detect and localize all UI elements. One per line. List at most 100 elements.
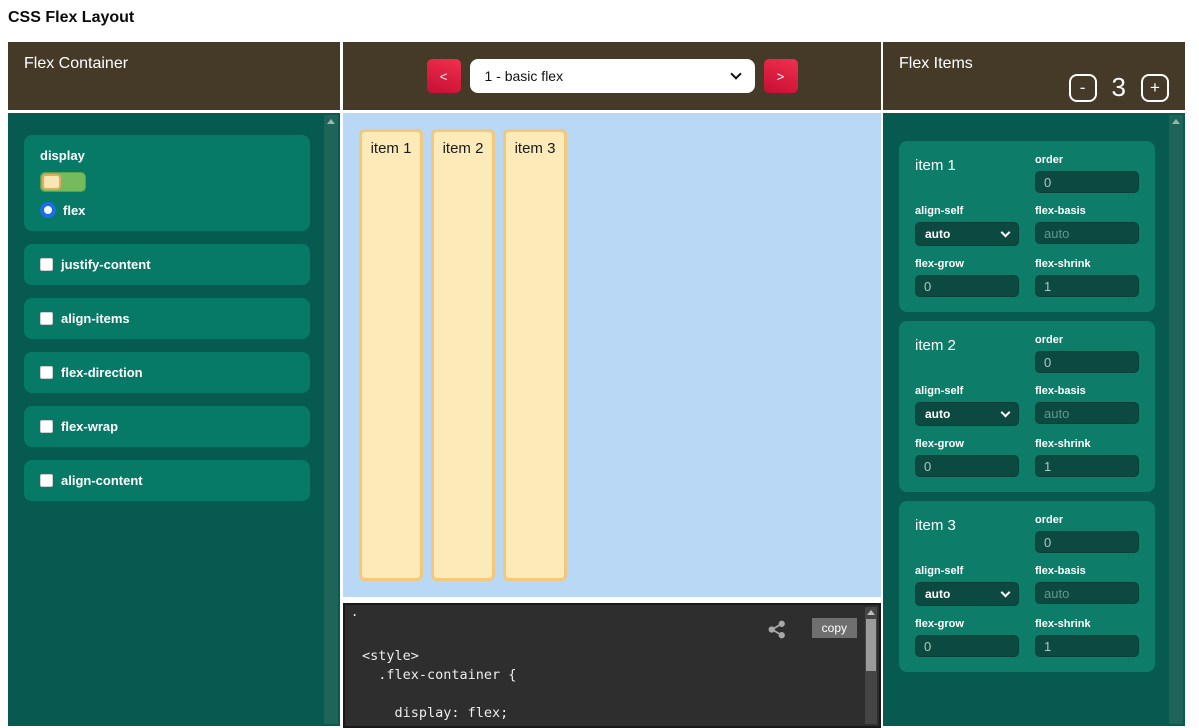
next-scenario-button[interactable]: > <box>764 59 798 93</box>
display-card: display flex <box>24 135 310 231</box>
align-self-label: align-self <box>915 565 1019 577</box>
item-1-order-input[interactable] <box>1035 171 1139 193</box>
justify-content-card[interactable]: justify-content <box>24 244 310 285</box>
item-2-flex-shrink-input[interactable] <box>1035 455 1139 477</box>
justify-content-label: justify-content <box>61 257 151 272</box>
remove-item-button[interactable]: - <box>1069 74 1097 102</box>
item-3-order-input[interactable] <box>1035 531 1139 553</box>
display-label: display <box>40 148 294 163</box>
code-panel-dot: . <box>351 605 358 619</box>
item-2-flex-basis-input[interactable] <box>1035 402 1139 424</box>
align-self-value: auto <box>925 407 950 421</box>
code-line: <style> <box>362 647 859 666</box>
preview-flex-item: item 2 <box>431 129 495 581</box>
flex-container-panel-title: Flex Container <box>8 42 340 110</box>
flex-items-panel-title: Flex Items <box>899 55 973 72</box>
flex-direction-checkbox[interactable] <box>40 366 53 379</box>
code-panel: . copy <style> .flex-container { display… <box>343 603 881 728</box>
add-item-button[interactable]: + <box>1141 74 1169 102</box>
code-scrollbar[interactable] <box>865 607 877 724</box>
flex-grow-label: flex-grow <box>915 258 1019 270</box>
scenario-bar: < 1 - basic flex > <box>343 42 881 110</box>
item-1-flex-basis-input[interactable] <box>1035 222 1139 244</box>
scenario-select[interactable]: 1 - basic flex <box>470 59 755 93</box>
item-3-title: item 3 <box>915 514 1019 553</box>
item-1-flex-grow-input[interactable] <box>915 275 1019 297</box>
flex-items-panel-header: Flex Items - 3 + <box>883 42 1185 110</box>
align-content-label: align-content <box>61 473 143 488</box>
flex-grow-label: flex-grow <box>915 618 1019 630</box>
prev-scenario-button[interactable]: < <box>427 59 461 93</box>
flex-preview-container: item 1 item 2 item 3 <box>343 113 881 597</box>
chevron-down-icon <box>1001 407 1011 417</box>
item-3-card: item 3 order align-self auto flex-basis <box>899 501 1155 672</box>
align-items-checkbox[interactable] <box>40 312 53 325</box>
item-2-order-input[interactable] <box>1035 351 1139 373</box>
flex-items-panel: Flex Items - 3 + item 1 order align-self… <box>883 42 1185 726</box>
code-line: display: flex; <box>362 704 859 723</box>
flex-basis-label: flex-basis <box>1035 205 1139 217</box>
order-label: order <box>1035 154 1139 166</box>
item-1-flex-shrink-input[interactable] <box>1035 275 1139 297</box>
item-3-flex-basis-input[interactable] <box>1035 582 1139 604</box>
item-2-title: item 2 <box>915 334 1019 373</box>
item-count: 3 <box>1112 72 1126 103</box>
scroll-up-icon[interactable] <box>327 119 335 124</box>
item-1-align-self-select[interactable]: auto <box>915 222 1019 246</box>
flex-radio[interactable] <box>40 202 56 218</box>
flex-direction-card[interactable]: flex-direction <box>24 352 310 393</box>
align-items-card[interactable]: align-items <box>24 298 310 339</box>
flex-shrink-label: flex-shrink <box>1035 438 1139 450</box>
code-scrollbar-thumb[interactable] <box>866 619 876 671</box>
scroll-up-icon[interactable] <box>1172 119 1180 124</box>
align-self-value: auto <box>925 587 950 601</box>
flex-wrap-label: flex-wrap <box>61 419 118 434</box>
align-items-label: align-items <box>61 311 130 326</box>
flex-wrap-checkbox[interactable] <box>40 420 53 433</box>
right-panel-scrollbar[interactable] <box>1169 115 1183 724</box>
flex-shrink-label: flex-shrink <box>1035 618 1139 630</box>
flex-wrap-card[interactable]: flex-wrap <box>24 406 310 447</box>
align-self-label: align-self <box>915 385 1019 397</box>
item-1-card: item 1 order align-self auto flex-basis <box>899 141 1155 312</box>
item-2-flex-grow-input[interactable] <box>915 455 1019 477</box>
flex-shrink-label: flex-shrink <box>1035 258 1139 270</box>
flex-items-panel-body: item 1 order align-self auto flex-basis <box>883 113 1185 726</box>
code-line: .flex-container { <box>362 666 859 685</box>
justify-content-checkbox[interactable] <box>40 258 53 271</box>
scroll-up-icon[interactable] <box>867 610 875 615</box>
code-block: <style> .flex-container { display: flex; <box>362 647 859 723</box>
share-icon[interactable] <box>766 619 787 640</box>
flex-basis-label: flex-basis <box>1035 565 1139 577</box>
chevron-down-icon <box>730 68 741 79</box>
scenario-select-value: 1 - basic flex <box>485 68 564 84</box>
align-content-card[interactable]: align-content <box>24 460 310 501</box>
flex-grow-label: flex-grow <box>915 438 1019 450</box>
align-content-checkbox[interactable] <box>40 474 53 487</box>
flex-container-panel: Flex Container display flex justify-cont… <box>8 42 340 726</box>
chevron-down-icon <box>1001 227 1011 237</box>
flex-basis-label: flex-basis <box>1035 385 1139 397</box>
chevron-down-icon <box>1001 587 1011 597</box>
preview-flex-item: item 1 <box>359 129 423 581</box>
display-toggle-knob <box>42 174 61 190</box>
preview-flex-item: item 3 <box>503 129 567 581</box>
flex-direction-label: flex-direction <box>61 365 143 380</box>
align-self-value: auto <box>925 227 950 241</box>
order-label: order <box>1035 514 1139 526</box>
left-panel-scrollbar[interactable] <box>324 115 338 724</box>
align-self-label: align-self <box>915 205 1019 217</box>
copy-button[interactable]: copy <box>812 618 857 638</box>
item-2-align-self-select[interactable]: auto <box>915 402 1019 426</box>
item-1-title: item 1 <box>915 154 1019 193</box>
item-3-flex-grow-input[interactable] <box>915 635 1019 657</box>
page-title: CSS Flex Layout <box>8 9 134 27</box>
item-3-align-self-select[interactable]: auto <box>915 582 1019 606</box>
flex-radio-label: flex <box>63 203 85 218</box>
preview-column: < 1 - basic flex > item 1 item 2 item 3 … <box>343 42 881 728</box>
display-toggle[interactable] <box>40 172 86 192</box>
flex-container-panel-body: display flex justify-content align-items <box>8 113 340 726</box>
item-3-flex-shrink-input[interactable] <box>1035 635 1139 657</box>
code-line <box>362 685 859 704</box>
item-2-card: item 2 order align-self auto flex-basis <box>899 321 1155 492</box>
